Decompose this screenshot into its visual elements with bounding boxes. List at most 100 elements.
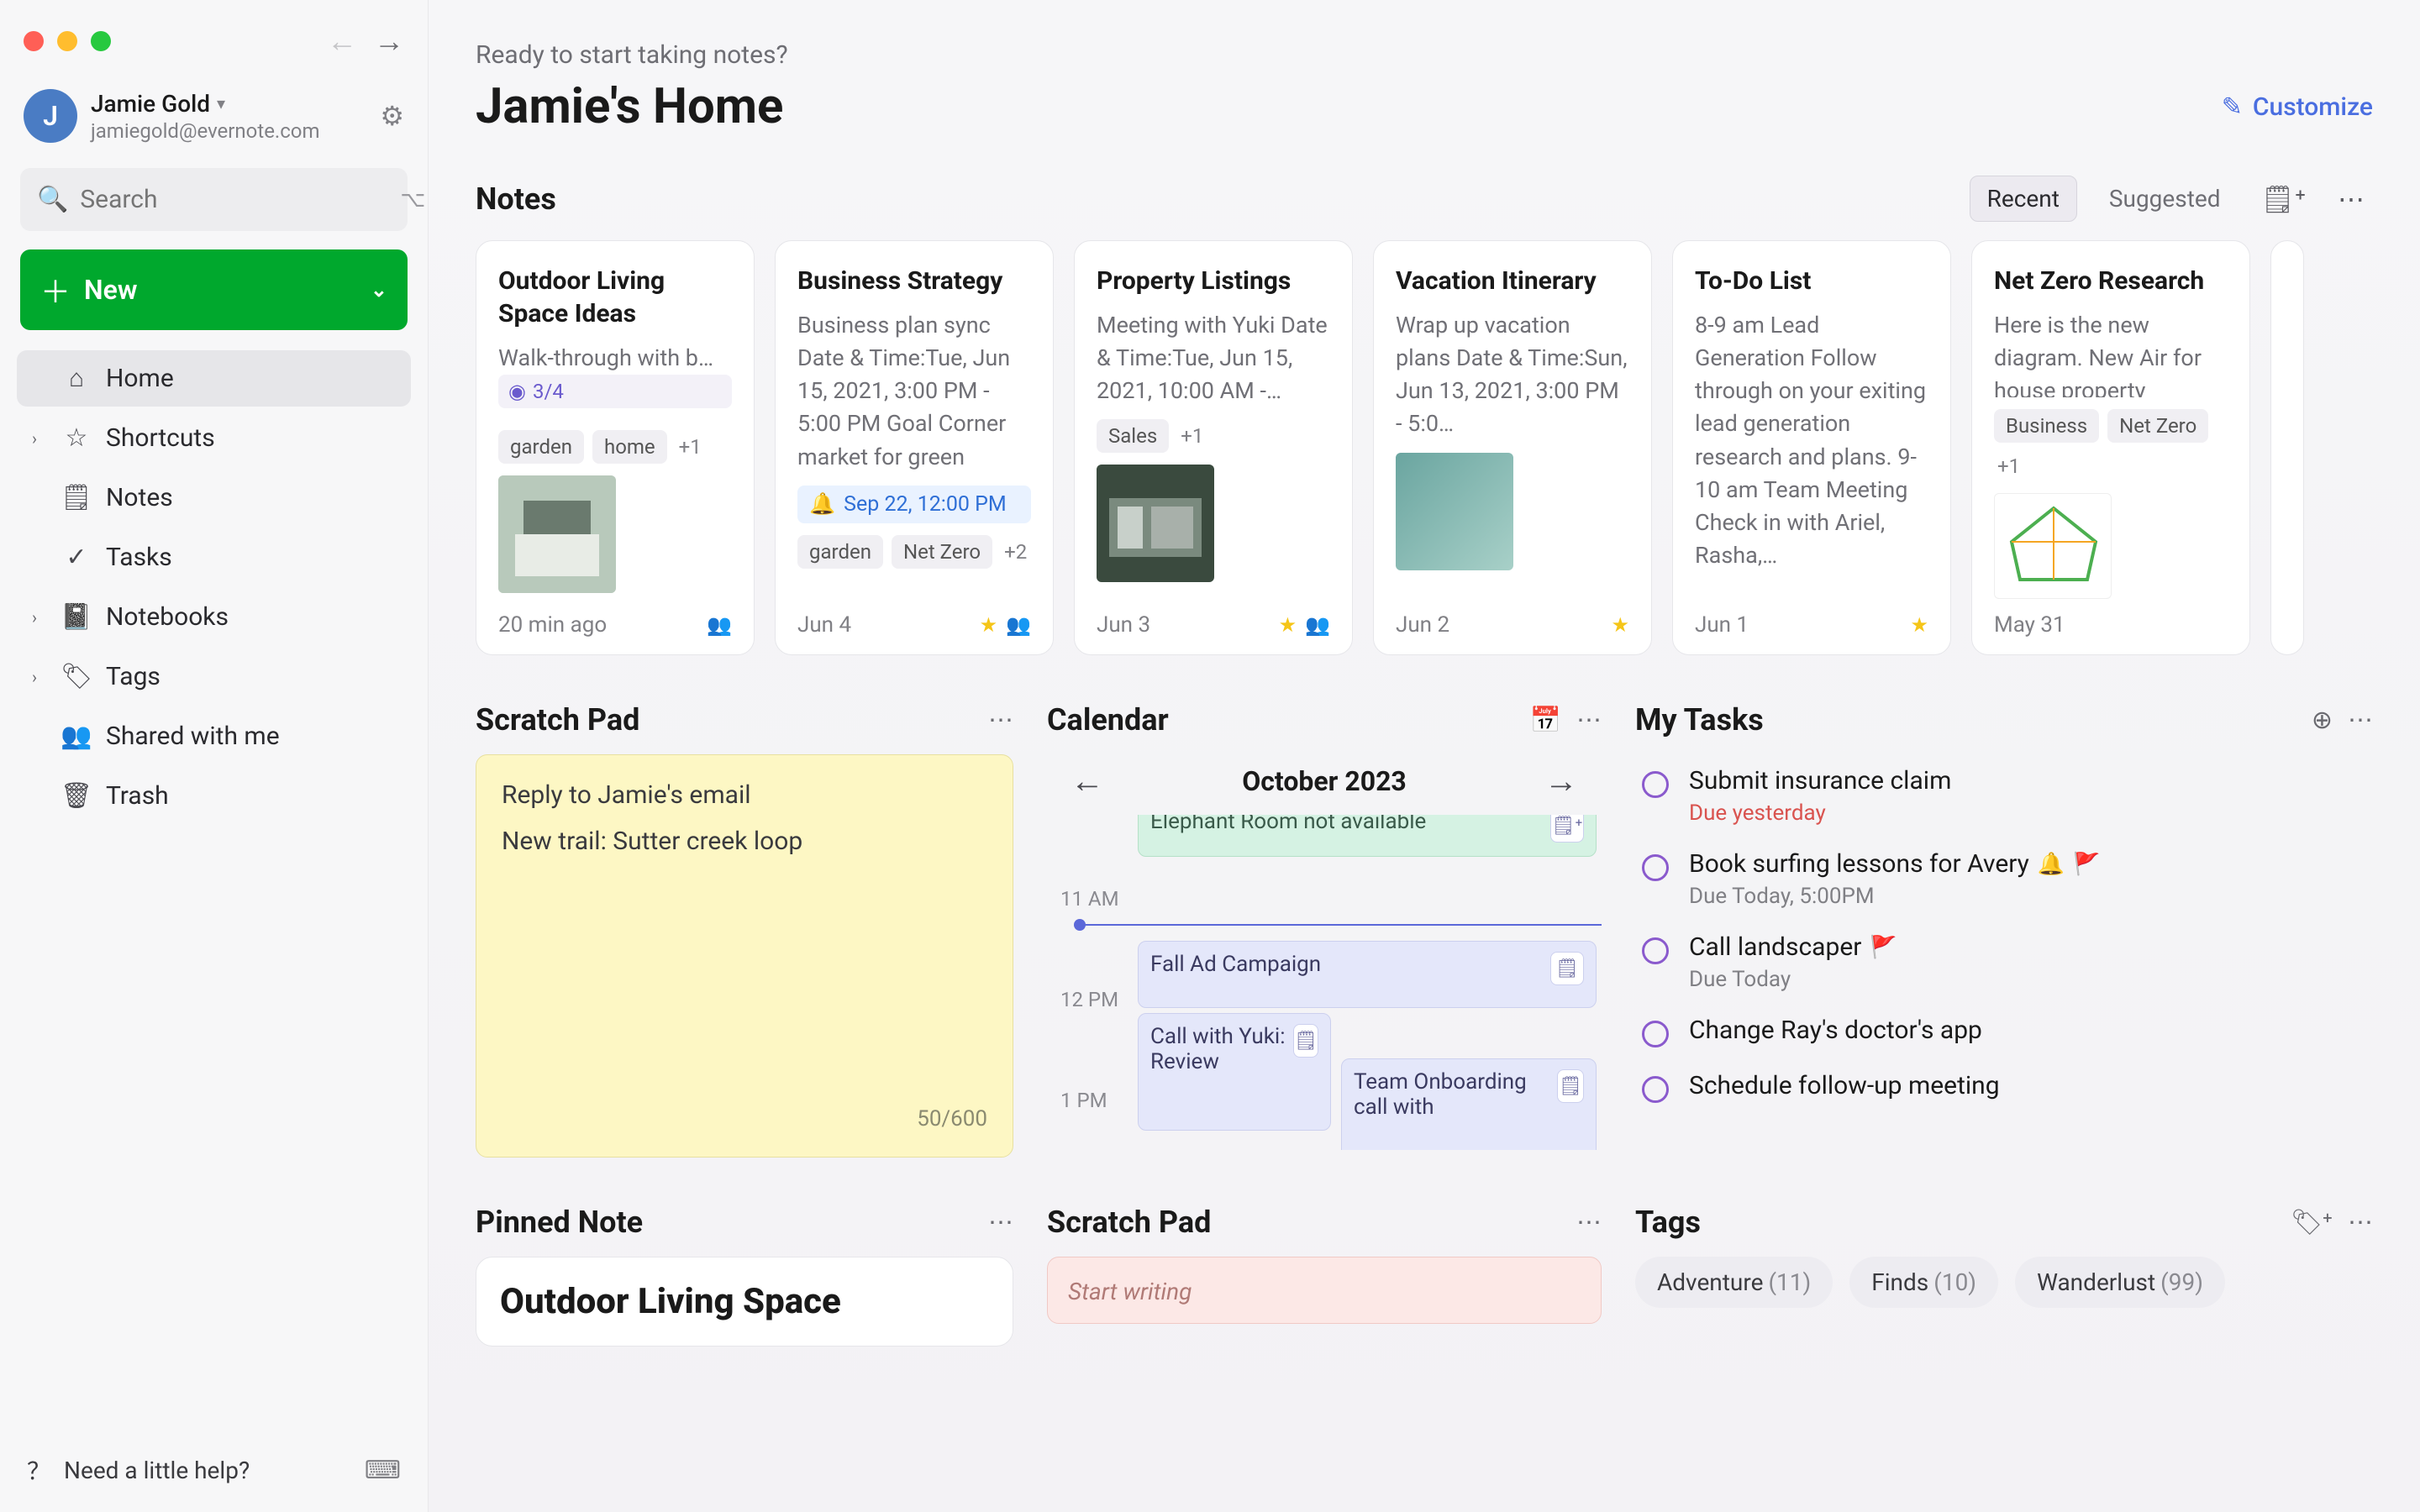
task-checkbox[interactable] (1642, 1021, 1669, 1047)
more-icon[interactable]: ⋯ (988, 1208, 1013, 1237)
more-icon[interactable]: ⋯ (2329, 178, 2373, 220)
note-card[interactable]: Net Zero Research Here is the new diagra… (1971, 240, 2250, 655)
nav-back-icon[interactable]: ← (327, 24, 357, 59)
tag-chip[interactable]: Net Zero (892, 535, 992, 569)
more-icon[interactable]: ⋯ (2348, 706, 2373, 735)
nav-item-tags[interactable]: ›🏷 Tags (17, 648, 411, 705)
note-card[interactable]: To-Do List 8-9 am Lead Generation Follow… (1672, 240, 1951, 655)
task-item[interactable]: Change Ray's doctor's app (1642, 1016, 2366, 1047)
more-icon[interactable]: ⋯ (1576, 1208, 1602, 1237)
calendar-event[interactable]: Call with Yuki: Review 🗒 (1138, 1013, 1331, 1131)
expand-icon[interactable]: › (32, 607, 47, 627)
task-label: Call landscaper (1689, 932, 1861, 962)
note-icon: 🗒 (62, 483, 91, 512)
calendar-event[interactable]: Team Onboarding call with 🗒 (1341, 1058, 1597, 1150)
more-icon[interactable]: ⋯ (988, 706, 1013, 735)
note-card[interactable]: Outdoor Living Space Ideas Walk-through … (476, 240, 755, 655)
tag-chip[interactable]: Sales (1097, 419, 1169, 453)
new-button[interactable]: ＋ New ⌄ (20, 249, 408, 330)
next-month-button[interactable]: → (1544, 761, 1578, 801)
event-note-icon[interactable]: 🗒 (1550, 952, 1584, 985)
tag-more[interactable]: +2 (1001, 537, 1030, 567)
more-icon[interactable]: ⋯ (2348, 1208, 2373, 1237)
more-icon[interactable]: ⋯ (1576, 706, 1602, 735)
calendar-grid[interactable]: Elephant Room not available 🗒⁺ 11 AM Fal… (1047, 814, 1602, 1150)
calendar-event[interactable]: Fall Ad Campaign 🗒 (1138, 941, 1597, 1008)
scratch-line: New trail: Sutter creek loop (502, 827, 987, 856)
customize-button[interactable]: ✎ Customize (2222, 92, 2373, 122)
task-item[interactable]: Call landscaper 🚩 Due Today (1642, 932, 2366, 992)
nav-item-notes[interactable]: 🗒 Notes (17, 470, 411, 526)
note-date: May 31 (1994, 612, 2065, 638)
account-switcher[interactable]: J Jamie Gold ▾ jamiegold@evernote.com ⚙ (17, 79, 411, 153)
note-card[interactable]: Property Listings Meeting with Yuki Date… (1074, 240, 1353, 655)
tag-more[interactable]: +1 (1994, 451, 2023, 481)
task-checkbox[interactable] (1642, 1076, 1669, 1103)
nav-item-shared[interactable]: 👥 Shared with me (17, 708, 411, 764)
tab-suggested[interactable]: Suggested (2092, 176, 2238, 221)
nav-item-notebooks[interactable]: ›📓 Notebooks (17, 589, 411, 645)
note-body: 8-9 am Lead Generation Follow through on… (1695, 309, 1928, 572)
scratch-pad-textarea[interactable]: Reply to Jamie's email New trail: Sutter… (476, 754, 1013, 1158)
nav-label: Tags (106, 662, 160, 691)
tags-widget-title: Tags (1635, 1205, 1701, 1240)
tag-pill[interactable]: Wanderlust(99) (2015, 1257, 2225, 1308)
calendar-event[interactable]: Elephant Room not available 🗒⁺ (1138, 814, 1597, 857)
add-tag-icon[interactable]: 🏷⁺ (2291, 1208, 2333, 1237)
note-title: Vacation Itinerary (1396, 265, 1629, 297)
tag-more[interactable]: +1 (1177, 421, 1207, 451)
chevron-down-icon: ▾ (217, 93, 225, 113)
tag-chip[interactable]: Net Zero (2107, 409, 2208, 443)
nav-forward-icon[interactable]: → (374, 24, 404, 59)
task-checkbox[interactable] (1642, 937, 1669, 964)
tag-chip[interactable]: home (592, 430, 667, 464)
calendar-add-icon[interactable]: 📅 (1530, 706, 1561, 735)
note-card[interactable]: Business Strategy Business plan sync Dat… (775, 240, 1054, 655)
scratch-pad-2-textarea[interactable]: Start writing (1047, 1257, 1602, 1324)
search-field[interactable] (80, 185, 400, 214)
close-window-button[interactable] (24, 31, 44, 51)
tag-chip[interactable]: garden (797, 535, 883, 569)
gear-icon[interactable]: ⚙ (380, 100, 404, 132)
tag-pill[interactable]: Finds(10) (1849, 1257, 1998, 1308)
help-link[interactable]: ？ Need a little help? ⌨ (17, 1441, 411, 1499)
note-body: Wrap up vacation plans Date & Time:Sun, … (1396, 309, 1629, 441)
note-card-peek[interactable] (2270, 240, 2304, 655)
keyboard-icon[interactable]: ⌨ (365, 1456, 401, 1485)
note-date: Jun 2 (1396, 612, 1449, 638)
check-mini-icon: ◉ (508, 380, 526, 403)
maximize-window-button[interactable] (91, 31, 111, 51)
prev-month-button[interactable]: ← (1071, 761, 1104, 801)
tag-chip[interactable]: garden (498, 430, 584, 464)
star-icon: ★ (1910, 613, 1928, 637)
event-add-note-icon[interactable]: 🗒⁺ (1550, 814, 1584, 843)
tag-chip[interactable]: Business (1994, 409, 2099, 443)
expand-icon[interactable]: › (32, 428, 47, 449)
search-input[interactable]: 🔍 ⌥⌘F (20, 168, 408, 231)
nav-item-trash[interactable]: 🗑 Trash (17, 768, 411, 824)
event-note-icon[interactable]: 🗒 (1557, 1069, 1584, 1103)
task-item[interactable]: Schedule follow-up meeting (1642, 1071, 2366, 1103)
nav-item-home[interactable]: ⌂ Home (17, 350, 411, 407)
notes-section-header: Notes Recent Suggested 🗒⁺ ⋯ (476, 176, 2373, 222)
home-icon: ⌂ (62, 364, 91, 393)
tag-more[interactable]: +1 (676, 432, 705, 462)
tag-pill[interactable]: Adventure(11) (1635, 1257, 1833, 1308)
current-time-indicator (1081, 924, 1602, 926)
task-item[interactable]: Submit insurance claim Due yesterday (1642, 766, 2366, 826)
expand-icon[interactable]: › (32, 667, 47, 687)
note-card[interactable]: Vacation Itinerary Wrap up vacation plan… (1373, 240, 1652, 655)
task-item[interactable]: Book surfing lessons for Avery 🔔 🚩 Due T… (1642, 849, 2366, 909)
event-note-icon[interactable]: 🗒 (1293, 1024, 1318, 1058)
tab-recent[interactable]: Recent (1970, 176, 2077, 222)
create-note-icon[interactable]: 🗒⁺ (2253, 178, 2315, 220)
pinned-note-card[interactable]: Outdoor Living Space (476, 1257, 1013, 1347)
nav-list: ⌂ Home ›☆ Shortcuts 🗒 Notes ✓ Tasks ›📓 N… (17, 350, 411, 824)
add-task-icon[interactable]: ⊕ (2312, 706, 2333, 735)
task-checkbox[interactable] (1642, 854, 1669, 881)
task-checkbox[interactable] (1642, 771, 1669, 798)
nav-item-tasks[interactable]: ✓ Tasks (17, 529, 411, 585)
trash-icon: 🗑 (62, 781, 91, 811)
minimize-window-button[interactable] (57, 31, 77, 51)
nav-item-shortcuts[interactable]: ›☆ Shortcuts (17, 410, 411, 466)
